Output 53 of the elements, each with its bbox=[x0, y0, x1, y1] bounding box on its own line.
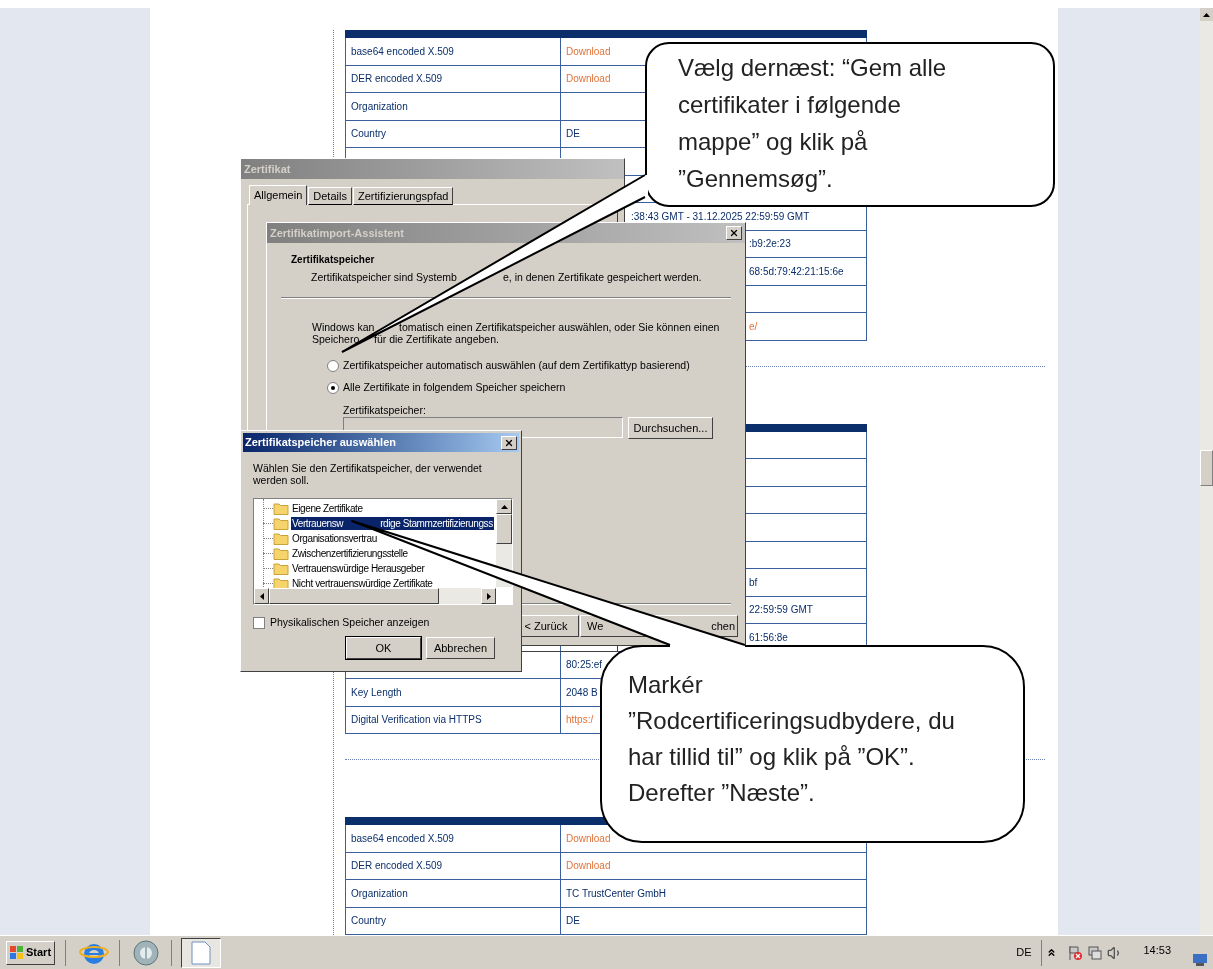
table-cell-text: base64 encoded X.509 bbox=[351, 44, 454, 59]
table-cell-text: DER encoded X.509 bbox=[351, 859, 443, 874]
store-item[interactable]: Organisationsvertrau bbox=[291, 532, 378, 545]
window-title: Zertifikat bbox=[244, 161, 291, 177]
field-label: Zertifikatspeicher: bbox=[343, 403, 426, 418]
dialog-button[interactable]: Abbrechen bbox=[426, 637, 495, 659]
intro-text: Windows kan bbox=[312, 321, 375, 333]
table-cell-text: DE bbox=[566, 127, 580, 142]
radio-label: Alle Zertifikate in folgendem Speicher speichern bbox=[343, 380, 566, 395]
table-cell-text: DE bbox=[566, 914, 580, 929]
clock[interactable]: 14:53 bbox=[1143, 942, 1171, 959]
table-cell-text: 22:59:59 GMT bbox=[749, 603, 813, 618]
radio-label: Zertifikatspeicher automatisch auswählen (auf dem Zertifikattyp basierend) bbox=[343, 358, 690, 373]
table-cell-text: Organization bbox=[351, 886, 408, 901]
table-cell-text: Country bbox=[351, 914, 386, 929]
table-cell-text: 68:5d:79:42:21:15:6e bbox=[749, 264, 844, 279]
tab[interactable]: Allgemein bbox=[249, 185, 308, 205]
store-item[interactable]: Zwischenzertifizierungsstelle bbox=[291, 547, 409, 560]
table-cell-text: 2048 B bbox=[566, 685, 598, 700]
table-cell-text: Country bbox=[351, 127, 386, 142]
store-item[interactable]: Vertrauenswürdige Herausgeber bbox=[291, 562, 426, 575]
table-cell-text: 80:25:ef bbox=[566, 658, 603, 673]
language-indicator[interactable]: DE bbox=[1016, 944, 1032, 961]
store-item[interactable]: Vertrauensw rdige Stammzertifizierungss bbox=[291, 517, 494, 530]
table-cell-text: base64 encoded X.509 bbox=[351, 831, 454, 846]
section-description: Zertifikatspeicher sind Systemb bbox=[311, 270, 457, 285]
window-title: Zertifikatimport-Assistent bbox=[270, 225, 404, 241]
intro-text: für die Zertifikate angeben. bbox=[374, 333, 499, 345]
callout-text: Vælg dernæst: “Gem alle certifikater i følgende mappe” og klik på ”Gennemsøg”. bbox=[678, 53, 948, 194]
intro-text: tomatisch einen Zertifikatspeicher auswählen, oder Sie können einen bbox=[399, 321, 720, 333]
store-item[interactable]: Eigene Zertifikate bbox=[291, 502, 364, 515]
store-item[interactable]: Nicht vertrauenswürdige Zertifikate bbox=[291, 577, 434, 590]
window-title: Zertifikatspeicher auswählen bbox=[245, 435, 396, 451]
section-heading: Zertifikatspeicher bbox=[291, 253, 375, 267]
table-cell-text: DER encoded X.509 bbox=[351, 72, 443, 87]
browse-button[interactable]: Durchsuchen... bbox=[628, 417, 713, 439]
table-cell-text: :b9:2e:23 bbox=[749, 237, 791, 252]
table-cell-text: Key Length bbox=[351, 685, 402, 700]
callout-text: Markér ”Rodcertificeringsudbydere, du har tillid til” og klik på ”OK”. Derefter ”Næste”. bbox=[628, 670, 956, 808]
table-cell-text: bf bbox=[749, 575, 758, 590]
checkbox-label: Physikalischen Speicher anzeigen bbox=[270, 615, 430, 630]
intro-text: Speichero bbox=[312, 333, 360, 345]
table-cell-text: Organization bbox=[351, 99, 408, 114]
table-cell-text: 61:56:8e bbox=[749, 630, 788, 645]
tab[interactable]: Details bbox=[308, 187, 352, 205]
start-button[interactable]: Start bbox=[6, 940, 56, 965]
section-description: e, in denen Zertifikate gespeichert werden. bbox=[503, 270, 702, 285]
table-cell-text: :38:43 GMT - 31.12.2025 22:59:59 GMT bbox=[631, 209, 810, 224]
prompt-text: Wählen Sie den Zertifikatspeicher, der verwendet werden soll. bbox=[253, 462, 483, 486]
tab[interactable]: Zertifizierungspfad bbox=[352, 187, 454, 205]
table-cell-text: Digital Verification via HTTPS bbox=[351, 713, 482, 728]
dialog-button[interactable]: OK bbox=[346, 637, 421, 659]
table-cell-text: TC TrustCenter GmbH bbox=[566, 886, 667, 901]
